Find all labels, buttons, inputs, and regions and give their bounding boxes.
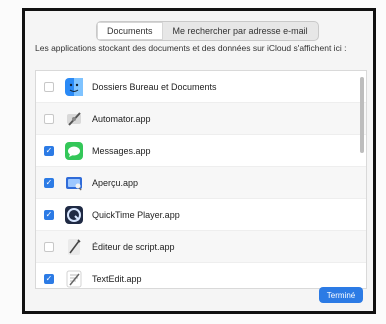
app-name: Automator.app [92, 113, 151, 124]
preview-icon [64, 173, 84, 193]
app-row[interactable]: Éditeur de script.app [36, 231, 366, 263]
icloud-documents-dialog: Documents Me rechercher par adresse e-ma… [22, 8, 376, 314]
app-row[interactable]: Dossiers Bureau et Documents [36, 71, 366, 103]
automator-icon [64, 109, 84, 129]
done-button[interactable]: Terminé [319, 287, 363, 303]
messages-icon [64, 141, 84, 161]
checkbox[interactable] [44, 113, 54, 124]
finder-icon [64, 77, 84, 97]
app-name: Aperçu.app [92, 177, 139, 188]
checkbox[interactable]: ✓ [44, 273, 54, 284]
checkbox[interactable] [44, 81, 54, 92]
app-row[interactable]: Automator.app [36, 103, 366, 135]
app-row[interactable]: ✓ TextEdit.app [36, 263, 366, 289]
description-text: Les applications stockant des documents … [35, 43, 347, 53]
app-row[interactable]: ✓ QuickTime Player.app [36, 199, 366, 231]
app-row[interactable]: ✓ Messages.app [36, 135, 366, 167]
apps-list: Dossiers Bureau et Documents Automator.a… [35, 70, 367, 289]
app-name: QuickTime Player.app [92, 209, 180, 220]
app-name: Dossiers Bureau et Documents [92, 81, 217, 92]
script-editor-icon [64, 237, 84, 257]
segmented-tabs: Documents Me rechercher par adresse e-ma… [96, 21, 319, 41]
app-name: Éditeur de script.app [92, 241, 175, 252]
app-name: Messages.app [92, 145, 151, 156]
checkbox[interactable]: ✓ [44, 177, 54, 188]
quicktime-icon [64, 205, 84, 225]
list-scrollbar[interactable] [360, 77, 364, 153]
tab-email[interactable]: Me rechercher par adresse e-mail [163, 22, 318, 40]
app-name: TextEdit.app [92, 273, 142, 284]
checkbox[interactable]: ✓ [44, 209, 54, 220]
checkbox[interactable]: ✓ [44, 145, 54, 156]
textedit-icon [64, 269, 84, 289]
tab-documents[interactable]: Documents [97, 22, 163, 40]
app-row[interactable]: ✓ Aperçu.app [36, 167, 366, 199]
checkbox[interactable] [44, 241, 54, 252]
